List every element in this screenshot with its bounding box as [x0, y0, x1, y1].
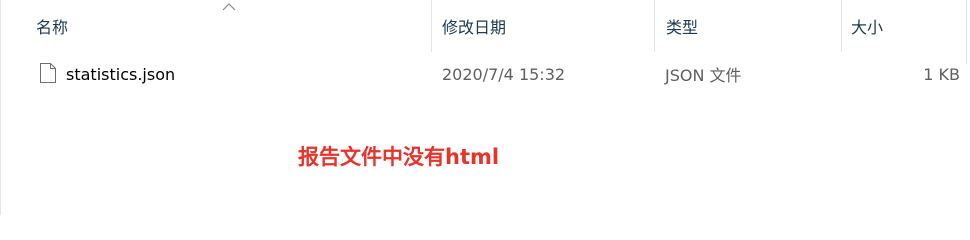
file-size-text: 1 KB [923, 64, 960, 84]
column-header-size-label: 大小 [851, 18, 884, 37]
file-modified-text: 2020/7/4 15:32 [442, 64, 566, 84]
annotation-text: 报告文件中没有html [298, 145, 500, 169]
column-header-modified[interactable]: 修改日期 [432, 0, 664, 52]
column-header-bar: 名称 修改日期 类型 大小 [0, 0, 970, 52]
file-size: 1 KB [923, 58, 960, 90]
file-row[interactable]: statistics.json 2020/7/4 15:32 JSON 文件 1… [30, 58, 966, 90]
file-explorer-window: 名称 修改日期 类型 大小 statistics.json 2020/7/4 1… [0, 0, 970, 215]
file-icon [40, 63, 56, 83]
chevron-up-icon[interactable] [222, 2, 236, 12]
file-type: JSON 文件 [665, 58, 742, 90]
column-header-type-label: 类型 [666, 18, 699, 37]
right-divider [966, 0, 967, 64]
column-header-size[interactable]: 大小 [842, 0, 970, 52]
column-header-name-label: 名称 [36, 18, 69, 37]
column-header-modified-label: 修改日期 [442, 18, 507, 37]
column-header-type[interactable]: 类型 [655, 0, 852, 52]
file-type-text: JSON 文件 [665, 66, 742, 85]
file-name[interactable]: statistics.json [66, 58, 175, 90]
file-name-text: statistics.json [66, 64, 176, 84]
file-modified: 2020/7/4 15:32 [442, 58, 565, 90]
